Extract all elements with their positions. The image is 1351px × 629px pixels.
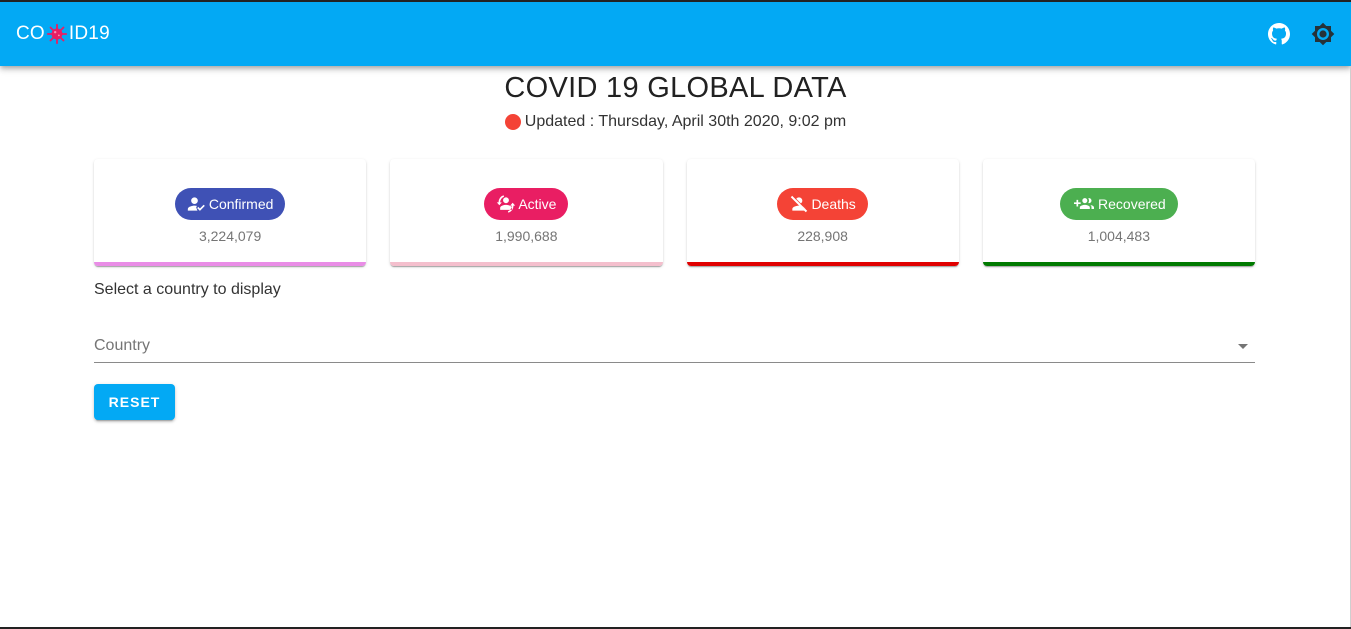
person-off-icon <box>791 195 809 213</box>
page-title: COVID 19 GLOBAL DATA <box>504 72 847 104</box>
app-title-prefix: CO <box>16 23 45 44</box>
app-title[interactable]: CO ID19 <box>16 23 110 45</box>
updated-text: Updated : Thursday, April 30th 2020, 9:0… <box>524 113 847 130</box>
recovered-accent-bar <box>982 262 1255 266</box>
person-sync-icon <box>497 195 516 213</box>
deaths-label: Deaths <box>811 196 856 212</box>
recovered-label: Recovered <box>1098 196 1166 212</box>
github-button[interactable] <box>1267 22 1291 46</box>
deaths-accent-bar <box>686 262 959 266</box>
country-select-placeholder: Country <box>94 337 151 354</box>
theme-toggle-button[interactable] <box>1311 22 1335 46</box>
brightness-gear-icon <box>1311 22 1335 46</box>
virus-icon <box>46 23 67 45</box>
stat-card-confirmed: Confirmed 3,224,079 <box>94 159 367 266</box>
stat-card-deaths: Deaths 228,908 <box>686 159 959 266</box>
country-select-label: Select a country to display <box>94 281 281 298</box>
recovered-count: 1,004,483 <box>1087 228 1151 244</box>
country-select[interactable]: Country <box>94 330 1255 363</box>
chevron-down-icon <box>1238 343 1248 349</box>
deaths-count: 228,908 <box>797 228 848 244</box>
confirmed-accent-bar <box>94 262 367 266</box>
active-chip[interactable]: Active <box>484 188 569 220</box>
confirmed-count: 3,224,079 <box>198 228 262 244</box>
confirmed-label: Confirmed <box>208 196 274 212</box>
app-bar: CO ID19 <box>0 0 1351 66</box>
reset-button[interactable]: RESET <box>94 384 175 420</box>
person-check-icon <box>187 197 205 211</box>
app-title-suffix: ID19 <box>68 23 110 44</box>
github-icon <box>1268 23 1290 45</box>
updated-line: Updated : Thursday, April 30th 2020, 9:0… <box>0 113 1351 131</box>
app-bar-actions <box>1267 22 1335 46</box>
stat-card-recovered: Recovered 1,004,483 <box>982 159 1255 266</box>
live-status-dot <box>504 114 521 130</box>
active-count: 1,990,688 <box>495 228 558 244</box>
deaths-chip[interactable]: Deaths <box>777 188 868 220</box>
stat-card-active: Active 1,990,688 <box>390 159 663 266</box>
active-label: Active <box>518 196 557 212</box>
active-accent-bar <box>390 262 663 266</box>
stat-cards: Confirmed 3,224,079 Active 1,990,688 Dea… <box>94 159 1255 266</box>
group-add-icon <box>1074 198 1095 209</box>
recovered-chip[interactable]: Recovered <box>1060 188 1178 220</box>
confirmed-chip[interactable]: Confirmed <box>174 188 286 220</box>
